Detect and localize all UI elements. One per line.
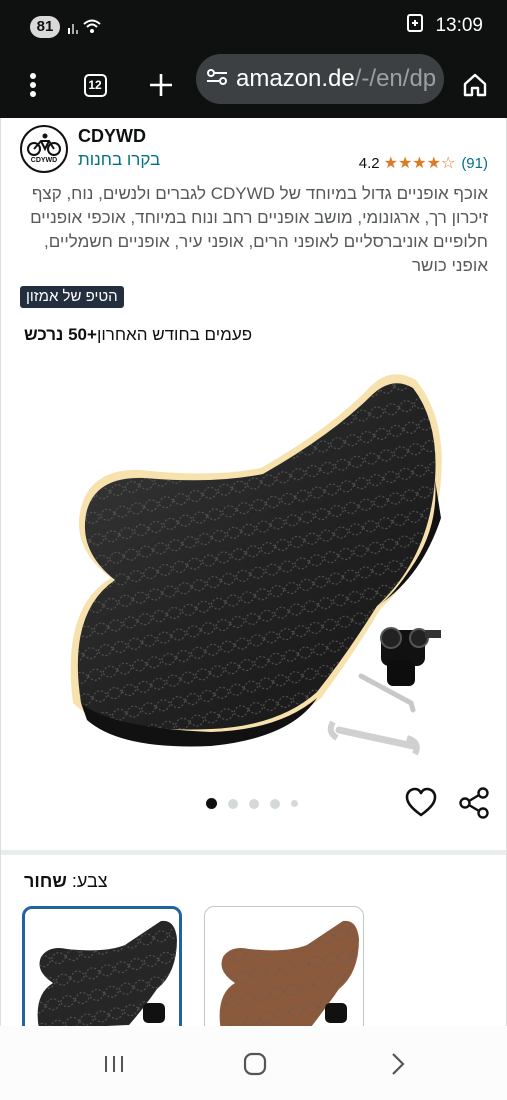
status-bar: 81 13:09 bbox=[0, 0, 507, 52]
visit-store-link[interactable]: בקרו בחנות bbox=[78, 150, 160, 170]
color-swatch-black[interactable] bbox=[22, 906, 182, 1026]
nfc-icon bbox=[405, 13, 425, 38]
battery-indicator: 81 bbox=[30, 16, 60, 38]
color-variation-label: צבע: שחור bbox=[24, 871, 108, 892]
more-vert-icon[interactable] bbox=[10, 62, 56, 108]
tab-count: 12 bbox=[83, 73, 107, 97]
brand-logo[interactable]: CDYWD bbox=[20, 125, 68, 173]
carousel-dot-4[interactable] bbox=[270, 798, 280, 809]
selected-color: שחור bbox=[24, 871, 67, 891]
color-swatch-brown[interactable] bbox=[204, 906, 364, 1026]
rating-score: 4.2 bbox=[358, 154, 380, 172]
product-title: אוכף אופניים גדול במיוחד של CDYWD לגברים… bbox=[30, 184, 488, 275]
carousel-dot-2[interactable] bbox=[228, 798, 238, 809]
rating-summary[interactable]: 4.2 ★★★★☆ (91) bbox=[359, 153, 488, 173]
home-icon[interactable] bbox=[452, 62, 498, 108]
rating-count[interactable]: (91) bbox=[461, 155, 488, 172]
back-icon[interactable] bbox=[368, 1044, 428, 1084]
clock: 13:09 bbox=[435, 14, 483, 36]
bought-count: +50 נרכש bbox=[24, 325, 97, 344]
url-bar[interactable]: amazon.de/-/en/dp bbox=[196, 54, 444, 104]
bought-in-past-month: פעמים בחודש האחרון+50 נרכש bbox=[24, 325, 252, 345]
amazons-choice-badge: הטיפ של אמזון bbox=[20, 286, 124, 308]
tab-switcher-button[interactable]: 12 bbox=[72, 62, 118, 108]
brand-name[interactable]: CDYWD bbox=[78, 126, 146, 147]
home-nav-icon[interactable] bbox=[225, 1044, 285, 1084]
carousel-dot-3[interactable] bbox=[249, 798, 259, 809]
logo-text: CDYWD bbox=[30, 157, 58, 164]
product-page: CDYWD CDYWD בקרו בחנות 4.2 ★★★★☆ (91) או… bbox=[0, 118, 507, 1026]
product-image[interactable] bbox=[51, 358, 471, 778]
carousel-dot-1[interactable] bbox=[206, 798, 217, 809]
system-nav-bar bbox=[0, 1026, 507, 1100]
share-icon[interactable] bbox=[457, 786, 491, 820]
signal-wifi-icons bbox=[66, 16, 106, 38]
carousel-dot-5[interactable] bbox=[291, 800, 298, 807]
image-carousel-dots[interactable] bbox=[206, 798, 298, 809]
bought-suffix: פעמים בחודש האחרון bbox=[96, 325, 253, 344]
recents-icon[interactable] bbox=[84, 1044, 144, 1084]
url-path: /-/en/dp bbox=[354, 65, 437, 92]
section-divider bbox=[1, 850, 506, 855]
rating-stars: ★★★★☆ bbox=[383, 155, 456, 172]
tune-icon[interactable] bbox=[206, 67, 228, 92]
plus-icon[interactable] bbox=[138, 62, 184, 108]
url-domain: amazon.de bbox=[236, 65, 355, 92]
mounting-clamp bbox=[380, 627, 441, 686]
url-text[interactable]: amazon.de/-/en/dp bbox=[236, 65, 436, 93]
heart-icon[interactable] bbox=[404, 786, 438, 820]
color-label-prefix: צבע: bbox=[71, 871, 108, 891]
